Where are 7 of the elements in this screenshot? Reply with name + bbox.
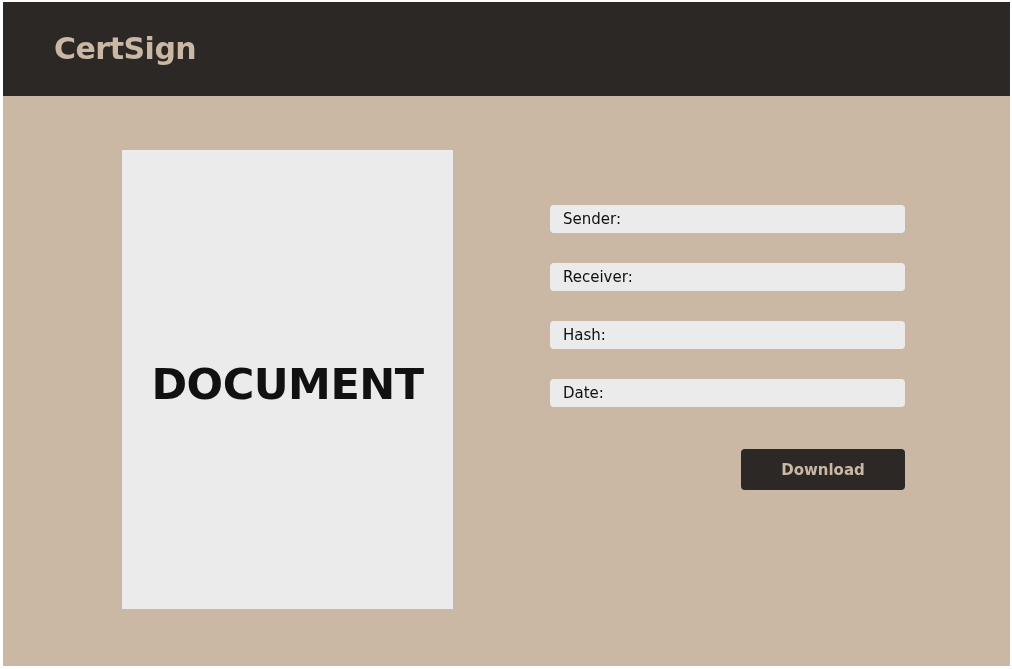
document-title: DOCUMENT	[151, 358, 424, 409]
logo-text: CertSign	[54, 30, 197, 66]
input-field[interactable]: Hash:	[550, 321, 905, 349]
input-field[interactable]: Date:	[550, 379, 905, 407]
input-field[interactable]: Receiver:	[550, 263, 905, 291]
download-button[interactable]: Download	[741, 449, 905, 490]
input-field[interactable]: Sender:	[550, 205, 905, 233]
